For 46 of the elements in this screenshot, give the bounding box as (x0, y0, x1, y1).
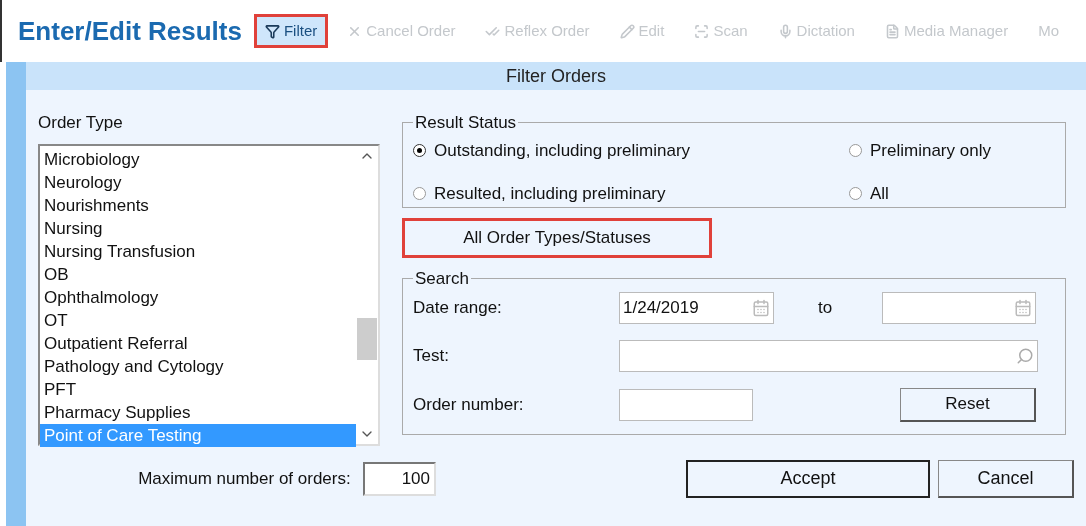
list-item[interactable]: Ophthalmology (40, 285, 356, 309)
order-type-list[interactable]: Microbiology Neurology Nourishments Nursing Nursing Transfusion OB Ophthalmology OT Outpatient Referral Pathology and Cytology PFT Pharmacy Supplies Point of Care Testing (38, 143, 380, 446)
all-order-types-button[interactable]: All Order Types/Statuses (402, 218, 712, 258)
status-radio[interactable]: Preliminary only (849, 137, 1055, 163)
toolbar-button[interactable]: Filter (253, 14, 329, 48)
dialog-button[interactable]: Accept (686, 459, 930, 498)
list-item[interactable]: Neurology (40, 170, 356, 194)
dialog-title: Filter Orders (26, 62, 1086, 90)
calendar-icon[interactable] (752, 298, 770, 317)
reset-button[interactable]: Reset (900, 387, 1036, 422)
test-field[interactable] (619, 339, 1038, 372)
list-item[interactable]: PFT (40, 377, 356, 401)
order-type-label: Order Type (38, 112, 124, 134)
dialog-button[interactable]: Cancel (938, 459, 1074, 498)
group-label: Search (414, 268, 470, 290)
order-number-label: Order number: (413, 393, 525, 416)
status-radio[interactable]: All (849, 181, 1055, 207)
test-label: Test: (413, 344, 450, 367)
list-item[interactable]: Nursing Transfusion (40, 239, 356, 263)
group-label: Result Status (414, 112, 518, 134)
date-field[interactable]: 1/24/2019 (619, 291, 774, 324)
microphone-icon (777, 23, 793, 39)
calendar-icon[interactable] (1014, 298, 1032, 317)
to-label: to (818, 296, 834, 319)
max-orders-label: Maximum number of orders: (137, 467, 352, 490)
scan-icon (694, 23, 710, 39)
pencil-icon (619, 23, 635, 39)
list-item[interactable]: Pathology and Cytology (40, 354, 356, 378)
list-item[interactable]: Nursing (40, 216, 356, 240)
date-field[interactable] (882, 291, 1036, 324)
scroll-thumb[interactable] (357, 317, 377, 360)
document-icon (884, 23, 900, 39)
list-item[interactable]: Nourishments (40, 193, 356, 217)
status-radio[interactable]: Resulted, including preliminary (413, 181, 849, 207)
order-number-field[interactable] (619, 388, 753, 421)
list-item[interactable]: Outpatient Referral (40, 331, 356, 355)
filter-icon (264, 23, 280, 39)
max-orders-field[interactable]: 100 (362, 461, 436, 496)
list-item[interactable]: Pharmacy Supplies (40, 400, 356, 424)
date-range-label: Date range: (413, 296, 503, 319)
status-radio[interactable]: Outstanding, including preliminary (413, 137, 849, 163)
page-title: Enter/Edit Results (18, 14, 242, 48)
search-icon[interactable] (1016, 346, 1034, 365)
list-item[interactable]: Microbiology (40, 147, 356, 171)
list-item[interactable]: OT (40, 308, 356, 332)
list-item[interactable]: OB (40, 262, 356, 286)
